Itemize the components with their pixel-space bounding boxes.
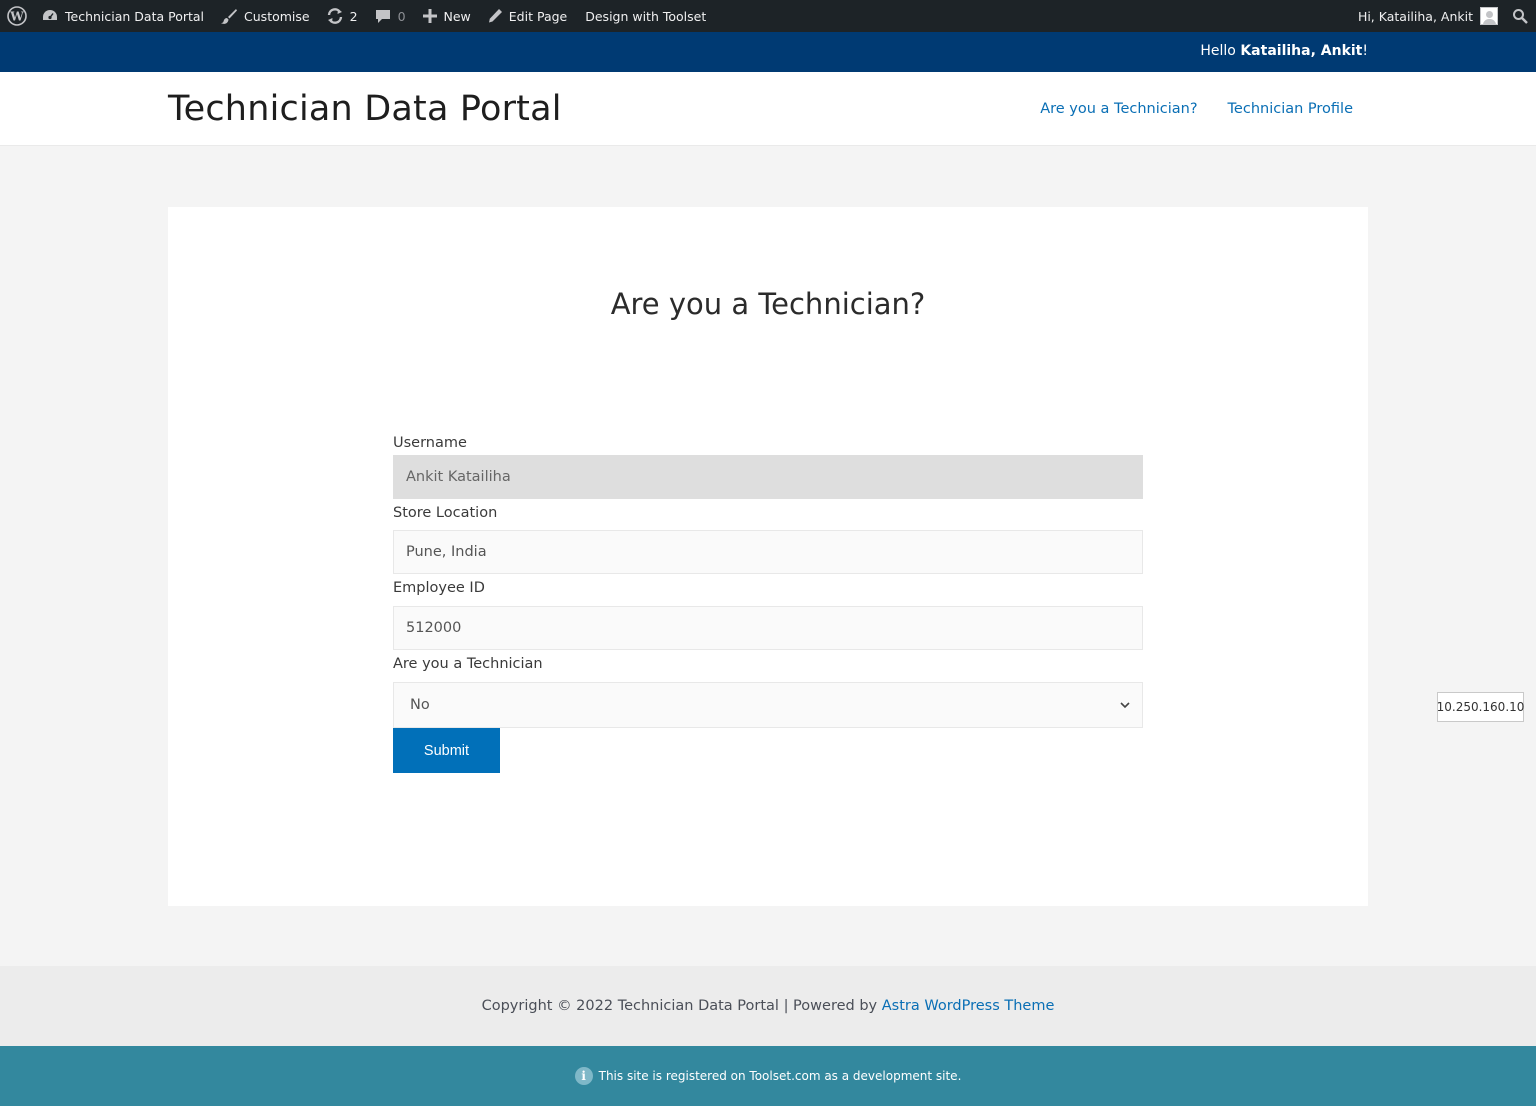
search-button[interactable] [1504,0,1536,32]
greeting-prefix: Hello [1200,43,1241,59]
page-title: Are you a Technician? [610,287,926,321]
updates-icon [326,7,344,25]
site-name-label: Technician Data Portal [65,8,205,24]
employee-id-field[interactable]: 512000 [393,606,1143,650]
username-label: Username [393,435,467,451]
design-with-toolset-link[interactable]: Design with Toolset [575,0,714,32]
avatar [1480,7,1498,25]
edit-page-label: Edit Page [508,8,568,24]
dashboard-icon [41,8,59,24]
primary-nav: Are you a Technician? Technician Profile [1040,101,1353,117]
technician-select-label: Are you a Technician [393,656,543,672]
employee-id-value: 512000 [406,620,462,636]
updates-link[interactable]: 2 [318,0,366,32]
customise-link[interactable]: Customise [212,0,318,32]
technician-select-value: No [410,697,430,713]
greeting-suffix: ! [1362,43,1368,59]
comments-count: 0 [397,8,406,24]
greeting-bar: Hello Katailiha, Ankit! [0,32,1536,72]
store-location-value: Pune, India [406,544,487,560]
site-header: Technician Data Portal Are you a Technic… [0,72,1536,146]
comment-icon [374,7,392,25]
content-card: Are you a Technician? Username Ankit Kat… [168,207,1368,906]
chevron-down-icon [1120,701,1130,709]
search-icon [1512,8,1528,24]
updates-count: 2 [349,8,358,24]
admin-bar-secondary: Hi, Katailiha, Ankit [1350,0,1536,32]
site-title[interactable]: Technician Data Portal [168,89,562,129]
dev-notice-text: This site is registered on Toolset.com a… [598,1069,962,1083]
brush-icon [220,7,238,25]
greeting-user-name: Katailiha, Ankit [1240,43,1363,59]
plus-icon [422,8,438,24]
howdy-text: Hi, Katailiha, Ankit [1357,8,1473,24]
submit-button[interactable]: Submit [393,728,500,773]
ip-address-tag: 10.250.160.10 [1437,692,1524,722]
site-footer: Copyright © 2022 Technician Data Portal … [0,966,1536,1046]
wordpress-logo-icon: W [7,6,27,26]
new-content-menu[interactable]: New [414,0,479,32]
customise-label: Customise [244,8,310,24]
my-account-menu[interactable]: Hi, Katailiha, Ankit [1350,0,1504,32]
technician-form: Username Ankit Katailiha Store Location … [393,433,1143,773]
svg-text:W: W [9,10,24,24]
copyright-text: Copyright © 2022 Technician Data Portal … [481,998,882,1014]
dev-site-notice: i This site is registered on Toolset.com… [0,1046,1536,1106]
design-with-toolset-label: Design with Toolset [585,8,707,24]
greeting-text: Hello Katailiha, Ankit! [1200,43,1368,59]
store-location-label: Store Location [393,505,498,521]
technician-select[interactable]: No [393,682,1143,728]
username-field: Ankit Katailiha [393,455,1143,499]
theme-link[interactable]: Astra WordPress Theme [882,998,1055,1014]
nav-item-technician-profile[interactable]: Technician Profile [1228,101,1353,117]
nav-item-are-you-a-technician[interactable]: Are you a Technician? [1040,101,1197,117]
edit-page-link[interactable]: Edit Page [479,0,575,32]
new-label: New [443,8,471,24]
info-icon: i [574,1067,593,1085]
admin-bar: W Technician Data Portal Customise 2 0 N… [0,0,1536,32]
wordpress-menu[interactable]: W [0,0,33,32]
employee-id-label: Employee ID [393,580,485,596]
pencil-icon [487,8,503,24]
username-value: Ankit Katailiha [406,469,511,485]
site-name-menu[interactable]: Technician Data Portal [33,0,212,32]
store-location-field[interactable]: Pune, India [393,530,1143,574]
comments-link[interactable]: 0 [366,0,414,32]
